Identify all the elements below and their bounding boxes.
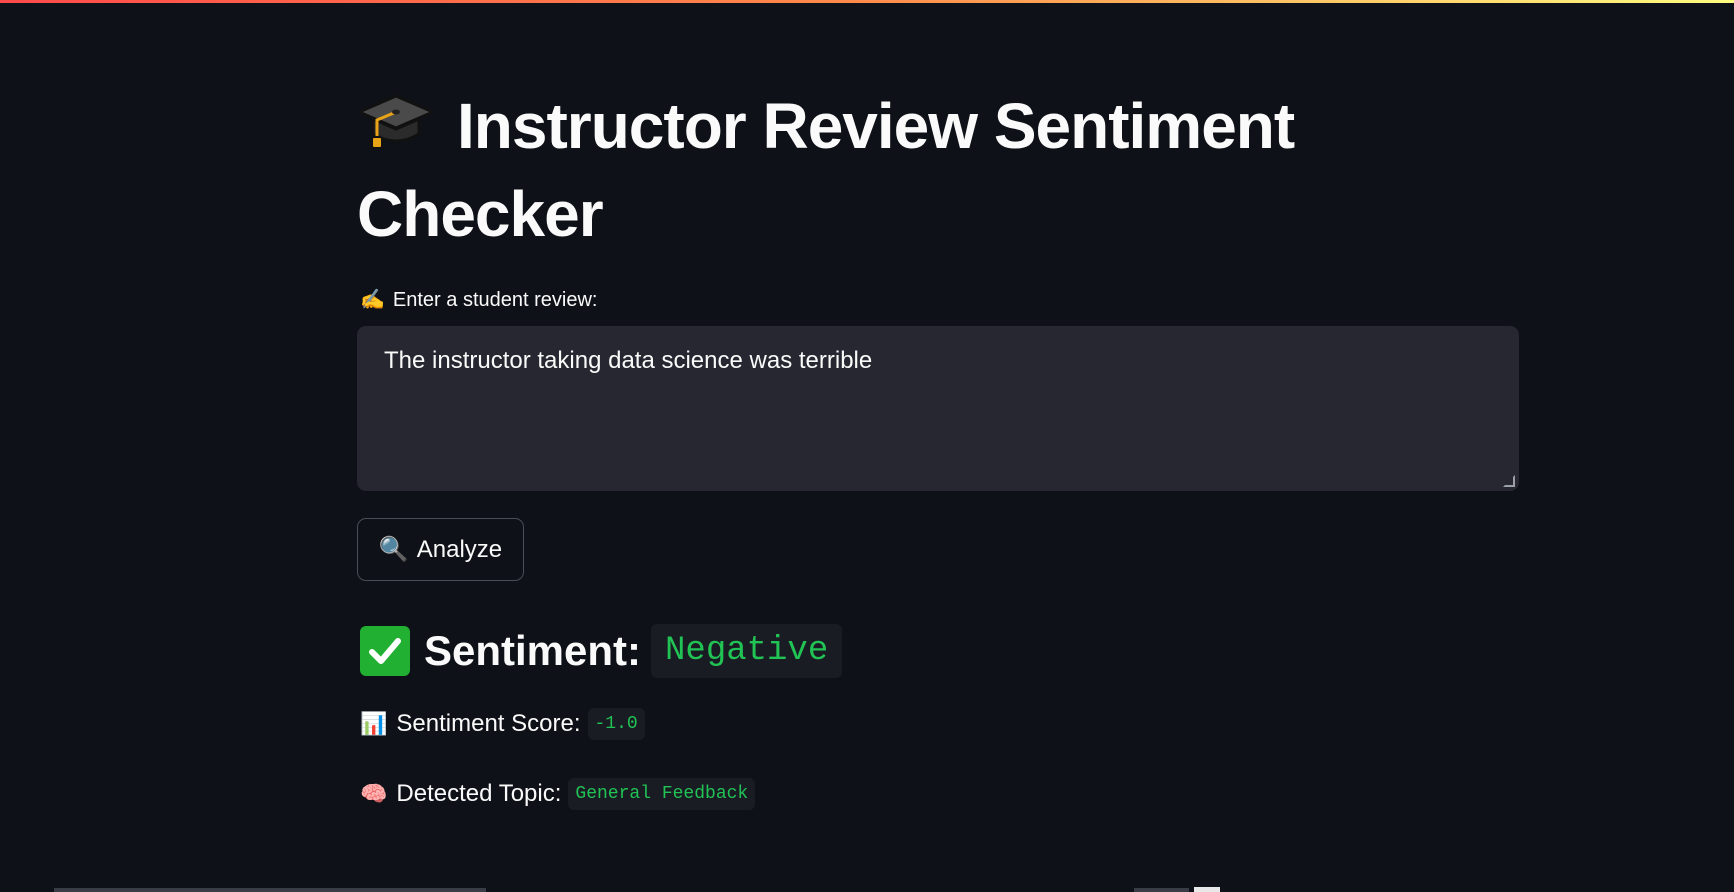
sentiment-score-value: -1.0	[587, 708, 645, 740]
review-textarea-container	[357, 326, 1519, 491]
horizontal-scrollbar[interactable]	[54, 888, 486, 892]
sentiment-result-heading: Sentiment: Negative	[360, 622, 843, 680]
bar-chart-icon: 📊	[360, 711, 388, 736]
review-textarea[interactable]	[357, 326, 1519, 491]
review-label-text: Enter a student review:	[392, 289, 598, 311]
page-title: Instructor Review Sentiment Checker	[357, 82, 1507, 258]
sentiment-score-label: Sentiment Score:	[396, 710, 581, 737]
page-title-text: Instructor Review Sentiment Checker	[357, 90, 1295, 250]
writing-hand-icon: ✍️	[360, 289, 385, 311]
check-mark-icon	[360, 626, 410, 676]
review-field-label: ✍️ Enter a student review:	[360, 285, 597, 315]
graduation-cap-icon	[357, 88, 435, 150]
top-decoration-bar	[0, 0, 1734, 3]
detected-topic-value: General Feedback	[568, 778, 756, 810]
brain-icon: 🧠	[360, 781, 388, 806]
sentiment-value-badge: Negative	[651, 624, 843, 678]
analyze-button[interactable]: 🔍 Analyze	[357, 518, 524, 581]
bottom-indicator	[1134, 888, 1189, 892]
bottom-indicator-active	[1194, 887, 1220, 892]
detected-topic-label: Detected Topic:	[396, 780, 562, 807]
sentiment-score-line: 📊 Sentiment Score: -1.0	[360, 707, 645, 741]
analyze-button-label: Analyze	[416, 535, 503, 563]
detected-topic-line: 🧠 Detected Topic: General Feedback	[360, 777, 756, 811]
magnifier-icon: 🔍	[378, 536, 409, 563]
sentiment-label: Sentiment:	[424, 627, 642, 674]
